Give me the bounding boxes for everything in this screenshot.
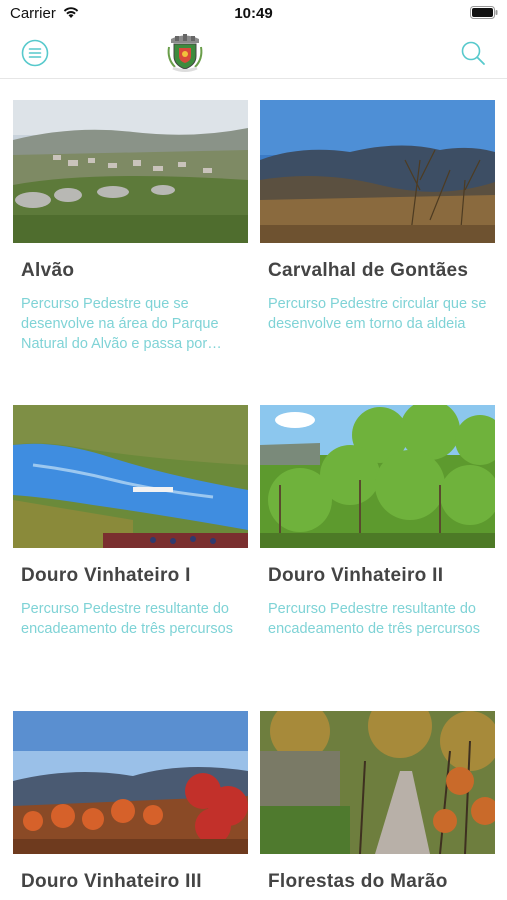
coat-of-arms-logo bbox=[167, 34, 203, 72]
route-photo-grapevines bbox=[260, 405, 495, 548]
route-title: Alvão bbox=[21, 260, 75, 281]
route-title: Douro Vinhateiro II bbox=[268, 565, 444, 586]
route-photo-mountain-valley bbox=[260, 100, 495, 243]
route-card[interactable]: Douro Vinhateiro III bbox=[13, 711, 248, 900]
app-header bbox=[0, 28, 507, 79]
route-description: Percurso Pedestre que se desenvolve na á… bbox=[21, 296, 219, 352]
routes-grid: Alvão Percurso Pedestre que se desenvolv… bbox=[0, 79, 507, 900]
route-description: Percurso Pedestre resultante do encadeam… bbox=[268, 601, 480, 637]
menu-icon[interactable] bbox=[21, 39, 49, 67]
route-title: Florestas do Marão bbox=[268, 871, 448, 892]
route-photo-douro-river bbox=[13, 405, 248, 548]
battery-icon bbox=[470, 6, 498, 19]
clock: 10:49 bbox=[234, 5, 273, 22]
route-description: Percurso Pedestre circular que se desenv… bbox=[268, 296, 487, 332]
route-card[interactable]: Alvão Percurso Pedestre que se desenvolv… bbox=[13, 100, 248, 354]
route-card[interactable]: Douro Vinhateiro II Percurso Pedestre re… bbox=[260, 405, 495, 639]
route-card[interactable]: Douro Vinhateiro I Percurso Pedestre res… bbox=[13, 405, 248, 639]
route-photo-forest-path bbox=[260, 711, 495, 854]
route-photo-autumn-vineyard bbox=[13, 711, 248, 854]
route-title: Douro Vinhateiro I bbox=[21, 565, 191, 586]
route-title: Douro Vinhateiro III bbox=[21, 871, 202, 892]
route-title: Carvalhal de Gontães bbox=[268, 260, 469, 281]
route-card[interactable]: Florestas do Marão bbox=[260, 711, 495, 900]
route-photo-mountain-village bbox=[13, 100, 248, 243]
route-card[interactable]: Carvalhal de Gontães Percurso Pedestre c… bbox=[260, 100, 495, 334]
search-icon[interactable] bbox=[459, 39, 487, 67]
route-description: Percurso Pedestre resultante do encadeam… bbox=[21, 601, 233, 637]
status-bar: Carrier 10:49 bbox=[0, 0, 507, 28]
